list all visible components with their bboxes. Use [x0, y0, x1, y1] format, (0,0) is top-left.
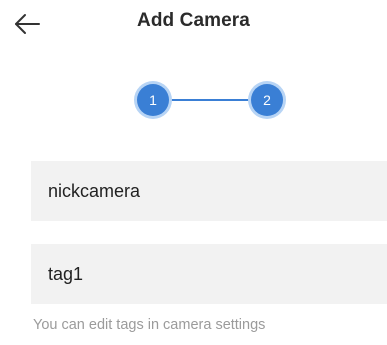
header-bar: Add Camera — [0, 0, 387, 46]
tags-hint-text: You can edit tags in camera settings — [33, 317, 266, 333]
tags-field — [31, 244, 387, 304]
add-camera-screen: Add Camera 1 2 You can edit tags in came… — [0, 0, 387, 345]
tags-input[interactable] — [31, 244, 368, 304]
camera-name-field — [31, 161, 387, 221]
step-indicator: 1 2 — [134, 81, 290, 119]
page-title: Add Camera — [137, 10, 250, 31]
camera-name-input[interactable] — [31, 161, 368, 221]
step-2[interactable]: 2 — [251, 84, 283, 116]
step-1[interactable]: 1 — [137, 84, 169, 116]
